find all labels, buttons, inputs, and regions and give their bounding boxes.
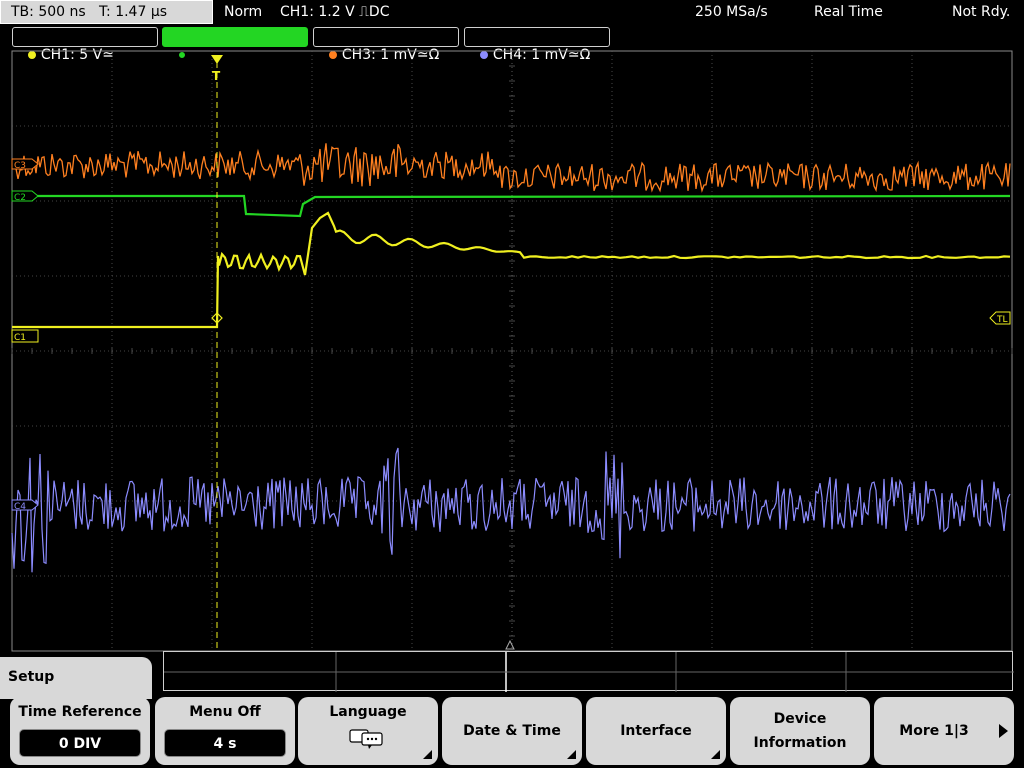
trigger-level-marker[interactable]: TL: [989, 311, 1011, 325]
ch4-marker-label: C4: [14, 502, 26, 512]
ch1-waveform: [12, 211, 1011, 329]
ch2-offset-marker[interactable]: C2: [11, 190, 39, 203]
trigger-position-marker[interactable]: T: [211, 55, 223, 83]
trigger-level-label: TL: [996, 315, 1008, 325]
device-info-label-1: Device: [773, 711, 827, 727]
time-reference-value[interactable]: 0 DIV: [19, 729, 141, 757]
menu-off-value[interactable]: 4 s: [164, 729, 286, 757]
menu-title: Setup: [0, 657, 152, 699]
language-button[interactable]: Language: [298, 697, 438, 765]
interface-button[interactable]: Interface: [586, 697, 726, 765]
next-page-arrow-icon: [999, 724, 1008, 738]
more-label: More 1|3: [899, 723, 969, 739]
ch1-offset-marker[interactable]: C1: [11, 329, 39, 343]
submenu-corner-icon: [711, 750, 720, 759]
time-reference-label: Time Reference: [18, 704, 142, 720]
device-info-label-2: Information: [753, 735, 847, 751]
interface-label: Interface: [620, 723, 692, 739]
date-time-button[interactable]: Date & Time: [442, 697, 582, 765]
ch2-waveform: [12, 194, 1011, 218]
trigger-marker-label: T: [212, 69, 221, 83]
submenu-corner-icon: [423, 750, 432, 759]
menu-off-button[interactable]: Menu Off 4 s: [155, 697, 295, 765]
ch4-waveform: [11, 447, 1011, 573]
graticule: [11, 50, 1013, 652]
ch2-marker-label: C2: [14, 193, 26, 203]
ch1-marker-label: C1: [14, 333, 26, 343]
more-button[interactable]: More 1|3: [874, 697, 1014, 765]
zoom-strip-grid: [164, 652, 1014, 692]
speech-bubble-icon: [298, 727, 438, 753]
device-information-button[interactable]: Device Information: [730, 697, 870, 765]
zoom-overview-strip[interactable]: [163, 651, 1014, 692]
submenu-corner-icon: [567, 750, 576, 759]
time-reference-marker[interactable]: [505, 639, 515, 650]
ch3-waveform: [11, 143, 1011, 193]
ch4-offset-marker[interactable]: C4: [11, 499, 39, 512]
ch3-offset-marker[interactable]: C3: [11, 158, 39, 171]
ch3-marker-label: C3: [14, 161, 26, 171]
date-time-label: Date & Time: [463, 723, 561, 739]
time-reference-button[interactable]: Time Reference 0 DIV: [10, 697, 150, 765]
menu-off-label: Menu Off: [189, 704, 261, 720]
language-label: Language: [329, 704, 407, 720]
